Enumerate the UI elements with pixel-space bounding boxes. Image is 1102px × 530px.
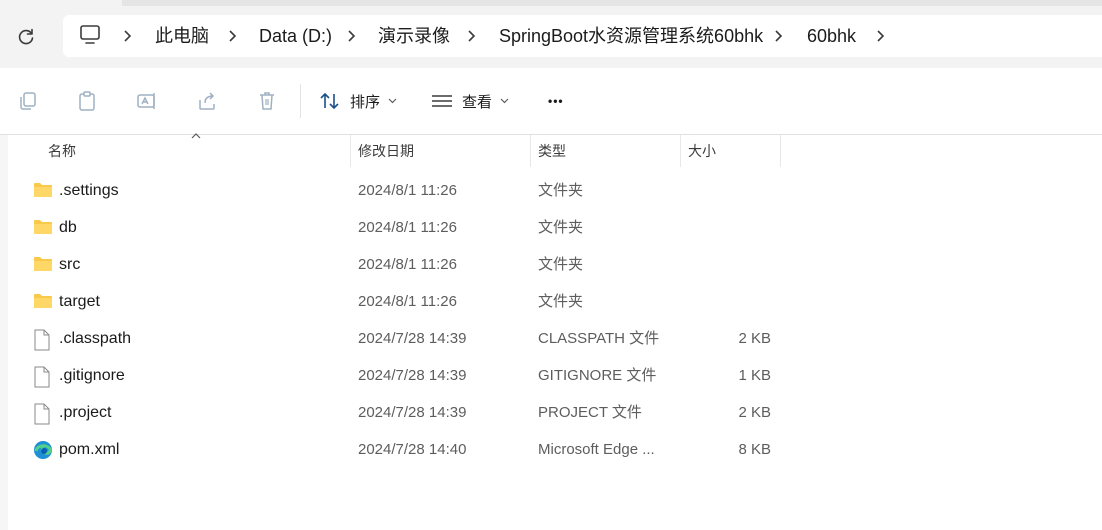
file-name[interactable]: src bbox=[59, 246, 80, 283]
file-size: 2 KB bbox=[738, 330, 771, 347]
tab-strip-edge bbox=[122, 0, 1102, 6]
file-row[interactable]: src 2024/8/1 11:26 文件夹 bbox=[20, 246, 800, 283]
file-name[interactable]: .project bbox=[59, 394, 111, 431]
column-divider[interactable] bbox=[680, 135, 681, 167]
file-row[interactable]: target 2024/8/1 11:26 文件夹 bbox=[20, 283, 800, 320]
copy-icon[interactable] bbox=[17, 90, 39, 112]
file-modified-date: 2024/8/1 11:26 bbox=[358, 293, 457, 310]
view-button[interactable]: 查看 bbox=[431, 86, 509, 116]
breadcrumb-project[interactable]: SpringBoot水资源管理系统60bhk bbox=[499, 15, 763, 57]
rename-icon[interactable] bbox=[136, 90, 158, 112]
file-type: 文件夹 bbox=[538, 256, 584, 273]
file-modified-date: 2024/7/28 14:39 bbox=[358, 367, 467, 384]
file-type: 文件夹 bbox=[538, 182, 584, 199]
file-row[interactable]: pom.xml 2024/7/28 14:40 Microsoft Edge ...… bbox=[20, 431, 800, 468]
column-header-date[interactable]: 修改日期 bbox=[358, 135, 528, 167]
chevron-down-icon bbox=[500, 98, 509, 104]
file-icon bbox=[33, 366, 51, 393]
sort-label: 排序 bbox=[350, 93, 381, 111]
view-list-icon bbox=[432, 95, 452, 107]
file-row[interactable]: .settings 2024/8/1 11:26 文件夹 bbox=[20, 172, 800, 209]
chevron-right-icon[interactable] bbox=[346, 29, 358, 43]
file-size: 8 KB bbox=[738, 441, 771, 458]
file-size: 2 KB bbox=[738, 404, 771, 421]
delete-icon[interactable] bbox=[256, 90, 278, 112]
toolbar-divider bbox=[300, 84, 301, 118]
chevron-right-icon[interactable] bbox=[466, 29, 478, 43]
file-icon bbox=[33, 329, 51, 356]
paste-icon[interactable] bbox=[76, 90, 98, 112]
chevron-right-icon[interactable] bbox=[227, 29, 239, 43]
title-bar: 此电脑 Data (D:) 演示录像 SpringBoot水资源管理系统60bh… bbox=[0, 0, 1102, 68]
file-icon bbox=[33, 403, 51, 430]
file-type: PROJECT 文件 bbox=[538, 404, 642, 421]
file-modified-date: 2024/7/28 14:39 bbox=[358, 404, 467, 421]
file-row[interactable]: .gitignore 2024/7/28 14:39 GITIGNORE 文件 1 K… bbox=[20, 357, 800, 394]
column-divider[interactable] bbox=[780, 135, 781, 167]
column-divider[interactable] bbox=[530, 135, 531, 167]
file-size: 1 KB bbox=[738, 367, 771, 384]
file-name[interactable]: .gitignore bbox=[59, 357, 125, 394]
column-header-type[interactable]: 类型 bbox=[538, 135, 678, 167]
file-row[interactable]: db 2024/8/1 11:26 文件夹 bbox=[20, 209, 800, 246]
column-header-size[interactable]: 大小 bbox=[688, 135, 778, 167]
file-modified-date: 2024/7/28 14:40 bbox=[358, 441, 467, 458]
file-row[interactable]: .project 2024/7/28 14:39 PROJECT 文件 2 KB bbox=[20, 394, 800, 431]
file-type: 文件夹 bbox=[538, 293, 584, 310]
folder-icon bbox=[33, 255, 53, 278]
command-bar: 排序 查看 ••• bbox=[0, 68, 1102, 134]
file-name[interactable]: pom.xml bbox=[59, 431, 119, 468]
this-pc-icon bbox=[80, 25, 100, 44]
sort-icon bbox=[320, 92, 339, 110]
file-modified-date: 2024/8/1 11:26 bbox=[358, 256, 457, 273]
breadcrumb-current[interactable]: 60bhk bbox=[807, 15, 856, 57]
file-size bbox=[680, 283, 771, 320]
refresh-icon bbox=[18, 28, 34, 45]
file-modified-date: 2024/8/1 11:26 bbox=[358, 219, 457, 236]
refresh-button[interactable] bbox=[12, 24, 40, 50]
file-size bbox=[680, 246, 771, 283]
file-name[interactable]: .classpath bbox=[59, 320, 131, 357]
column-divider[interactable] bbox=[350, 135, 351, 167]
file-type: Microsoft Edge ... bbox=[538, 441, 655, 458]
file-name[interactable]: target bbox=[59, 283, 100, 320]
file-size bbox=[680, 172, 771, 209]
breadcrumb-this-pc[interactable]: 此电脑 bbox=[155, 15, 209, 57]
breadcrumb-recordings[interactable]: 演示录像 bbox=[378, 15, 450, 57]
file-modified-date: 2024/8/1 11:26 bbox=[358, 182, 457, 199]
more-options-button[interactable]: ••• bbox=[548, 86, 564, 116]
breadcrumb-drive-d[interactable]: Data (D:) bbox=[259, 15, 332, 57]
sort-button[interactable]: 排序 bbox=[319, 86, 397, 116]
file-size bbox=[680, 209, 771, 246]
file-row[interactable]: .classpath 2024/7/28 14:39 CLASSPATH 文件 2 K… bbox=[20, 320, 800, 357]
file-type: GITIGNORE 文件 bbox=[538, 367, 657, 384]
column-header-name[interactable]: 名称 bbox=[48, 135, 348, 167]
navigation-pane-edge bbox=[0, 135, 8, 530]
file-modified-date: 2024/7/28 14:39 bbox=[358, 330, 467, 347]
chevron-down-icon bbox=[388, 98, 397, 104]
folder-icon bbox=[33, 181, 53, 204]
chevron-right-icon[interactable] bbox=[773, 29, 785, 43]
file-name[interactable]: .settings bbox=[59, 172, 119, 209]
share-icon[interactable] bbox=[196, 90, 218, 112]
chevron-right-icon[interactable] bbox=[875, 29, 887, 43]
file-type: CLASSPATH 文件 bbox=[538, 330, 660, 347]
chevron-right-icon[interactable] bbox=[122, 29, 134, 43]
file-type: 文件夹 bbox=[538, 219, 584, 236]
folder-icon bbox=[33, 218, 53, 241]
folder-icon bbox=[33, 292, 53, 315]
file-name[interactable]: db bbox=[59, 209, 77, 246]
edge-icon bbox=[33, 440, 53, 465]
address-bar[interactable]: 此电脑 Data (D:) 演示录像 SpringBoot水资源管理系统60bh… bbox=[63, 15, 1102, 57]
view-label: 查看 bbox=[462, 93, 493, 111]
